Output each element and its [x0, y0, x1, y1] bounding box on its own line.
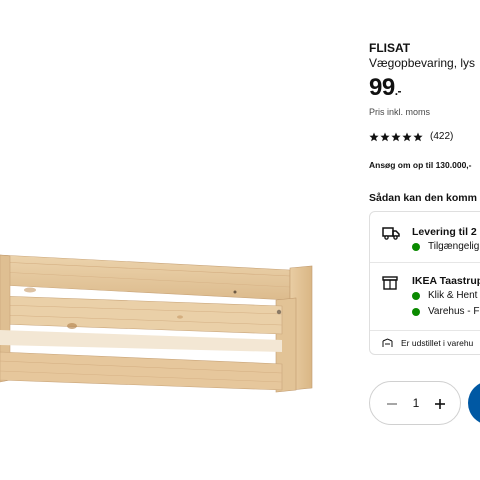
- home-delivery-status-text: Tilgængelig: [428, 241, 480, 252]
- delivery-options-box: Levering til 2 Tilgængelig IKEA Taastrup…: [369, 211, 480, 355]
- delivery-section-title: Sådan kan den komm: [369, 192, 477, 204]
- exhibit-icon: [382, 338, 393, 347]
- home-delivery-status: Tilgængelig: [412, 241, 479, 252]
- plus-icon: [435, 399, 445, 409]
- option-divider: [370, 262, 480, 263]
- product-rating[interactable]: (422): [369, 131, 453, 142]
- star-icon: [369, 132, 379, 141]
- click-collect-text: Klik & Hent: [428, 290, 478, 301]
- rating-count: (422): [430, 131, 454, 142]
- status-dot: [412, 242, 420, 251]
- decrease-quantity-button[interactable]: [382, 394, 402, 414]
- add-to-cart-button[interactable]: [468, 381, 480, 425]
- status-dot: [412, 291, 420, 300]
- warehouse-text: Varehus - F: [428, 306, 480, 317]
- click-collect-line: Klik & Hent: [412, 290, 477, 301]
- quantity-value[interactable]: 1: [408, 396, 424, 410]
- exhibit-note[interactable]: Er udstillet i varehu: [382, 338, 473, 348]
- exhibit-divider: [370, 330, 480, 331]
- price-suffix: .-: [394, 84, 402, 98]
- truck-icon: [382, 227, 400, 240]
- store-icon: [382, 276, 398, 290]
- store-title: IKEA Taastrup: [412, 275, 480, 287]
- warehouse-line: Varehus - F: [412, 306, 480, 317]
- star-icon: [380, 132, 390, 141]
- rating-stars: [369, 132, 423, 142]
- exhibit-text: Er udstillet i varehu: [401, 338, 474, 348]
- product-price: 99.-: [369, 74, 402, 102]
- product-name[interactable]: FLISAT: [369, 41, 410, 55]
- status-dot: [412, 307, 420, 316]
- quantity-stepper: 1: [369, 381, 461, 425]
- increase-quantity-button[interactable]: [430, 394, 450, 414]
- price-value: 99: [369, 74, 395, 101]
- product-image: [0, 254, 313, 393]
- minus-icon: [387, 403, 397, 405]
- vat-note: Pris inkl. moms: [369, 107, 431, 117]
- star-icon: [391, 132, 401, 141]
- product-info-panel: FLISAT Vægopbevaring, lys 99.- Pris inkl…: [369, 0, 480, 480]
- credit-note[interactable]: Ansøg om op til 130.000,-: [369, 160, 472, 170]
- star-icon: [402, 132, 412, 141]
- home-delivery-title: Levering til 2: [412, 226, 477, 238]
- product-description: Vægopbevaring, lys: [369, 56, 476, 70]
- star-icon: [413, 132, 423, 141]
